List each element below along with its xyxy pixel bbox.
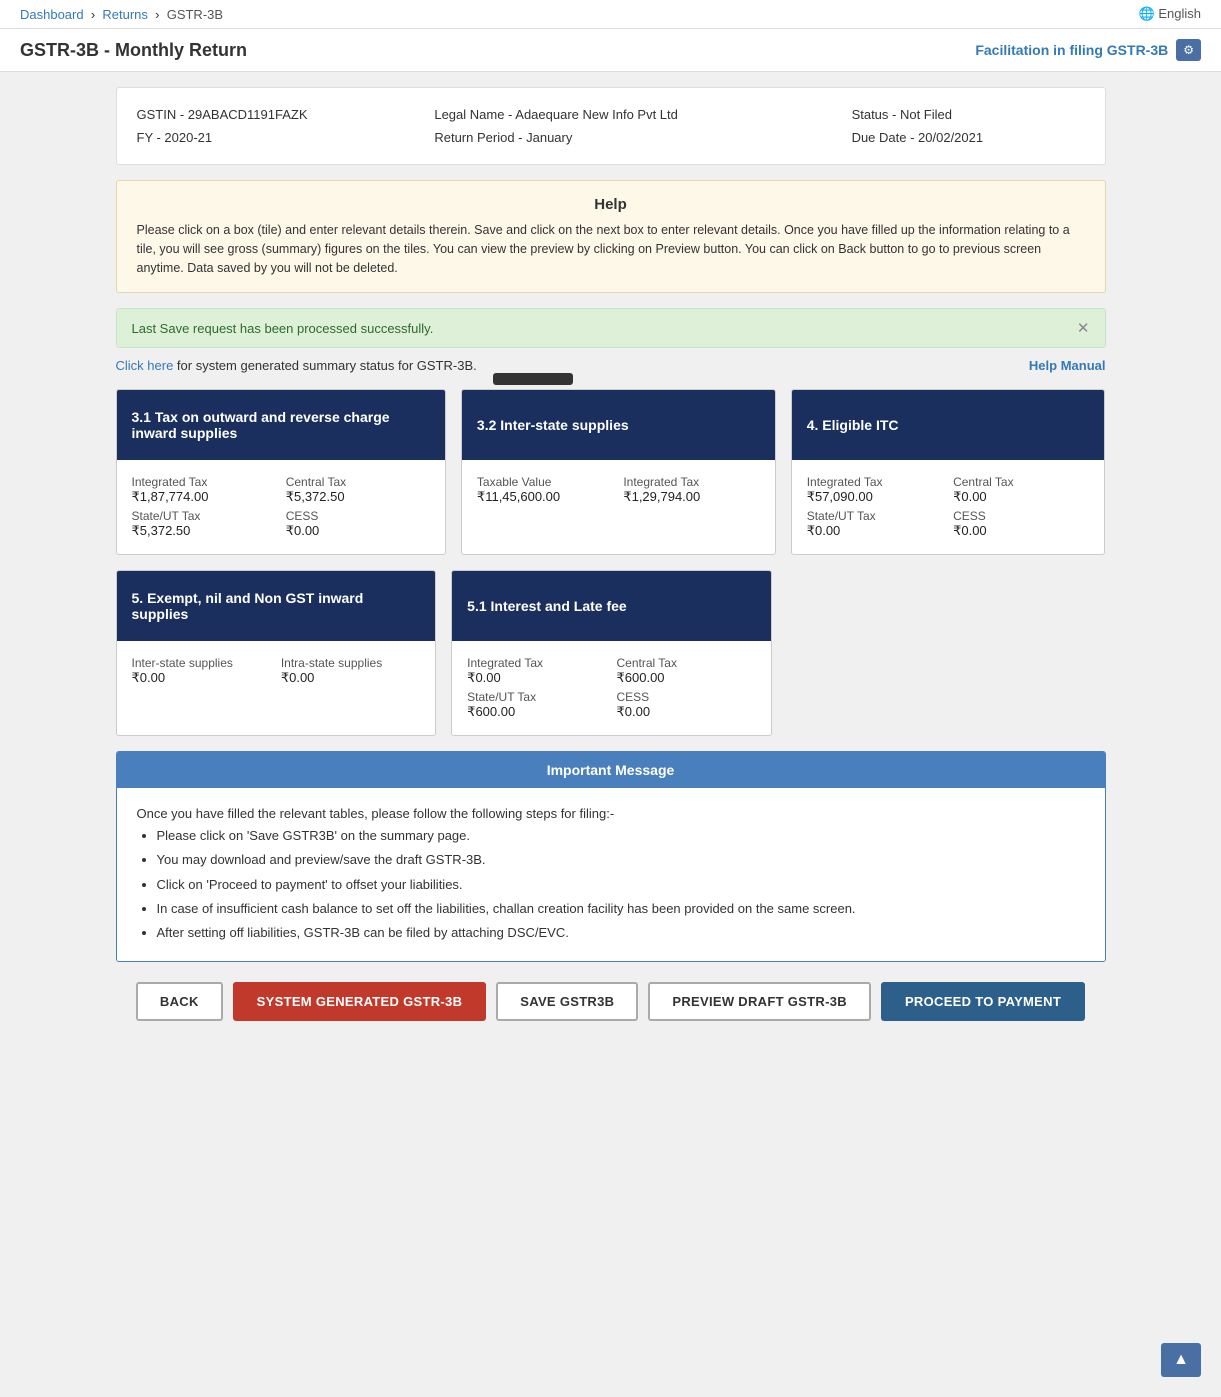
tile-3-2[interactable]: 3.2 Inter-state supplies Taxable Value ₹… [461, 389, 776, 555]
tile-5-1-body: Integrated Tax ₹0.00 Central Tax ₹600.00… [452, 641, 771, 735]
close-success-button[interactable]: ✕ [1077, 319, 1090, 337]
info-box: GSTIN - 29ABACD1191FAZK Legal Name - Ada… [116, 87, 1106, 165]
tile-5-header: 5. Exempt, nil and Non GST inward suppli… [117, 571, 436, 641]
proceed-button[interactable]: PROCEED TO PAYMENT [881, 982, 1085, 1021]
tile-3-1-body: Integrated Tax ₹1,87,774.00 Central Tax … [117, 460, 445, 554]
important-list: Please click on 'Save GSTR3B' on the sum… [157, 825, 1085, 943]
summary-bar: Click here for system generated summary … [116, 358, 1106, 373]
help-box: Help Please click on a box (tile) and en… [116, 180, 1106, 293]
tile-5-1[interactable]: 5.1 Interest and Late fee Integrated Tax… [451, 570, 772, 736]
tile-3-1-field-0: Integrated Tax ₹1,87,774.00 [132, 475, 276, 505]
breadcrumb-returns[interactable]: Returns [102, 7, 148, 22]
preview-button[interactable]: PREVIEW DRAFT GSTR-3B [648, 982, 871, 1021]
tile-4-body: Integrated Tax ₹57,090.00 Central Tax ₹0… [792, 460, 1105, 554]
tile-4-header: 4. Eligible ITC [792, 390, 1105, 460]
empty-tile-slot [787, 570, 1106, 736]
summary-text: Click here for system generated summary … [116, 358, 477, 373]
important-body: Once you have filled the relevant tables… [117, 788, 1105, 961]
tile-5-1-field-1: Central Tax ₹600.00 [617, 656, 756, 686]
summary-suffix: for system generated summary status for … [173, 358, 476, 373]
legal-name-label: Legal Name - Adaequare New Info Pvt Ltd [434, 103, 851, 126]
back-button[interactable]: BACK [136, 982, 223, 1021]
tiles-row-2: 5. Exempt, nil and Non GST inward suppli… [116, 570, 1106, 736]
tile-3-1-field-1: Central Tax ₹5,372.50 [286, 475, 430, 505]
status-label: Status - Not Filed [852, 103, 1085, 126]
tile-3-2-field-1: Integrated Tax ₹1,29,794.00 [623, 475, 759, 505]
facilitation-link[interactable]: Facilitation in filing GSTR-3B [975, 42, 1168, 58]
breadcrumb-current: GSTR-3B [167, 7, 223, 22]
list-item-4: After setting off liabilities, GSTR-3B c… [157, 922, 1085, 944]
tiles-row-1: 3.1 Tax on outward and reverse charge in… [116, 389, 1106, 555]
tile-4-field-1: Central Tax ₹0.00 [953, 475, 1089, 505]
top-bar: Dashboard › Returns › GSTR-3B 🌐 English [0, 0, 1221, 29]
tile-5[interactable]: 5. Exempt, nil and Non GST inward suppli… [116, 570, 437, 736]
tile-5-1-field-2: State/UT Tax ₹600.00 [467, 690, 606, 720]
click-here-link[interactable]: Click here [116, 358, 174, 373]
list-item-3: In case of insufficient cash balance to … [157, 898, 1085, 920]
button-row: BACK SYSTEM GENERATED GSTR-3B SAVE GSTR3… [116, 982, 1106, 1021]
tile-4[interactable]: 4. Eligible ITC Integrated Tax ₹57,090.0… [791, 389, 1106, 555]
tile-5-1-field-3: CESS ₹0.00 [617, 690, 756, 720]
help-manual-link[interactable]: Help Manual [1029, 358, 1106, 373]
page-header: GSTR-3B - Monthly Return Facilitation in… [0, 29, 1221, 72]
due-date-label: Due Date - 20/02/2021 [852, 126, 1085, 149]
return-period-label: Return Period - January [434, 126, 851, 149]
fy-label: FY - 2020-21 [137, 126, 435, 149]
tile-3-1-field-3: CESS ₹0.00 [286, 509, 430, 539]
success-bar: Last Save request has been processed suc… [116, 308, 1106, 348]
tile-5-body: Inter-state supplies ₹0.00 Intra-state s… [117, 641, 436, 701]
breadcrumb: Dashboard › Returns › GSTR-3B [20, 7, 223, 22]
tile-5-field-0: Inter-state supplies ₹0.00 [132, 656, 271, 686]
tile-4-field-0: Integrated Tax ₹57,090.00 [807, 475, 943, 505]
important-header: Important Message [117, 752, 1105, 788]
tile-5-1-header: 5.1 Interest and Late fee [452, 571, 771, 641]
tooltip-arrow [493, 373, 573, 385]
tile-3-2-body: Taxable Value ₹11,45,600.00 Integrated T… [462, 460, 775, 520]
list-item-2: Click on 'Proceed to payment' to offset … [157, 874, 1085, 896]
language-selector[interactable]: 🌐 English [1139, 6, 1201, 22]
save-button[interactable]: SAVE GSTR3B [496, 982, 638, 1021]
tile-3-2-field-0: Taxable Value ₹11,45,600.00 [477, 475, 613, 505]
main-content: GSTIN - 29ABACD1191FAZK Legal Name - Ada… [101, 72, 1121, 1056]
tile-5-1-field-0: Integrated Tax ₹0.00 [467, 656, 606, 686]
tile-5-field-1: Intra-state supplies ₹0.00 [281, 656, 420, 686]
system-generated-button[interactable]: SYSTEM GENERATED GSTR-3B [233, 982, 487, 1021]
help-title: Help [137, 196, 1085, 213]
gstin-label: GSTIN - 29ABACD1191FAZK [137, 103, 435, 126]
help-text: Please click on a box (tile) and enter r… [137, 221, 1085, 277]
tile-4-field-2: State/UT Tax ₹0.00 [807, 509, 943, 539]
tile-3-1[interactable]: 3.1 Tax on outward and reverse charge in… [116, 389, 446, 555]
list-item-0: Please click on 'Save GSTR3B' on the sum… [157, 825, 1085, 847]
tile-3-1-field-2: State/UT Tax ₹5,372.50 [132, 509, 276, 539]
tile-3-1-header: 3.1 Tax on outward and reverse charge in… [117, 390, 445, 460]
scroll-top-button[interactable]: ▲ [1161, 1343, 1201, 1377]
breadcrumb-dashboard[interactable]: Dashboard [20, 7, 84, 22]
list-item-1: You may download and preview/save the dr… [157, 849, 1085, 871]
tile-4-field-3: CESS ₹0.00 [953, 509, 1089, 539]
important-box: Important Message Once you have filled t… [116, 751, 1106, 962]
success-message: Last Save request has been processed suc… [132, 321, 434, 336]
settings-icon[interactable]: ⚙ [1176, 39, 1201, 61]
important-intro: Once you have filled the relevant tables… [137, 803, 1085, 825]
page-title: GSTR-3B - Monthly Return [20, 40, 247, 61]
tile-3-2-header: 3.2 Inter-state supplies [462, 390, 775, 460]
